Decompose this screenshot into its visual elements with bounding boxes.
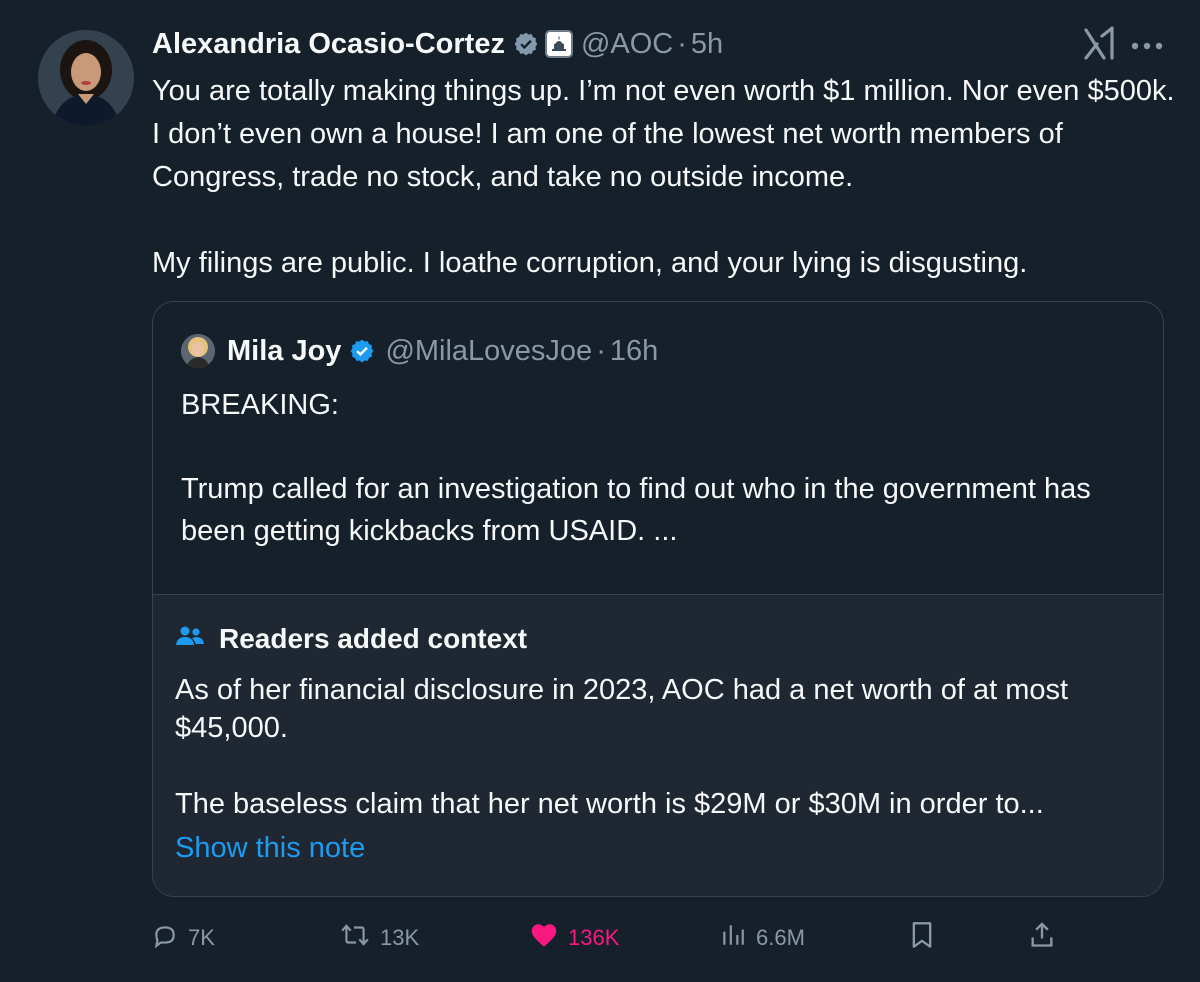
note-paragraph: As of her financial disclosure in 2023, … (175, 674, 1069, 744)
like-count: 136K (568, 925, 620, 950)
reply-button[interactable]: 7K (152, 918, 215, 958)
separator-dot: · (596, 334, 606, 367)
views-chart-icon (720, 922, 746, 954)
tweet-header: Alexandria Ocasio-Cortez @AOC · 5h (152, 22, 723, 66)
people-icon (175, 624, 205, 655)
tweet-time[interactable]: 5h (691, 28, 723, 61)
avatar-image (38, 30, 134, 126)
tweet-text: You are totally making things up. I’m no… (152, 70, 1182, 285)
share-icon (1028, 921, 1056, 955)
repost-count: 13K (380, 925, 420, 950)
community-note-text: As of her financial disclosure in 2023, … (175, 671, 1145, 823)
verified-badge-icon (513, 31, 539, 57)
views-button[interactable]: 6.6M (720, 918, 805, 958)
author-handle[interactable]: @AOC (581, 28, 673, 61)
reply-count: 7K (188, 925, 215, 950)
separator-dot: · (677, 27, 687, 60)
quoted-paragraph: BREAKING: (181, 389, 339, 421)
reply-icon (152, 922, 178, 954)
quoted-tweet-time[interactable]: 16h (610, 335, 658, 368)
quoted-paragraph: Trump called for an investigation to fin… (181, 473, 1091, 547)
community-note-title: Readers added context (219, 623, 528, 654)
note-paragraph: The baseless claim that her net worth is… (175, 788, 1044, 820)
quoted-tweet-header: Mila Joy @MilaLovesJoe · 16h (181, 330, 658, 372)
quoted-avatar[interactable] (181, 334, 215, 368)
grok-icon[interactable] (1084, 26, 1116, 65)
verified-badge-icon (349, 338, 375, 364)
repost-button[interactable]: 13K (340, 918, 419, 958)
quoted-author-handle[interactable]: @MilaLovesJoe (385, 335, 592, 368)
action-bar: 7K 13K 136K 6.6M (152, 918, 1060, 958)
more-options-icon[interactable] (1130, 38, 1164, 56)
quoted-author-name[interactable]: Mila Joy (227, 335, 341, 368)
quoted-tweet-text: BREAKING: Trump called for an investigat… (181, 384, 1141, 552)
bookmark-button[interactable] (910, 918, 934, 958)
repost-icon (340, 922, 370, 954)
capitol-affiliation-icon[interactable] (544, 30, 573, 58)
author-name[interactable]: Alexandria Ocasio-Cortez (152, 28, 505, 61)
quoted-tweet[interactable]: Mila Joy @MilaLovesJoe · 16h BREAKING: T… (152, 301, 1164, 897)
tweet-paragraph: You are totally making things up. I’m no… (152, 75, 1175, 193)
like-button[interactable]: 136K (530, 918, 619, 958)
heart-icon (530, 922, 558, 954)
community-note-header: Readers added context (175, 623, 527, 655)
tweet-paragraph: My filings are public. I loathe corrupti… (152, 247, 1028, 279)
show-note-link[interactable]: Show this note (175, 832, 365, 865)
share-button[interactable] (1028, 918, 1056, 958)
avatar[interactable] (38, 30, 134, 126)
bookmark-icon (910, 921, 934, 955)
views-count: 6.6M (756, 925, 805, 950)
